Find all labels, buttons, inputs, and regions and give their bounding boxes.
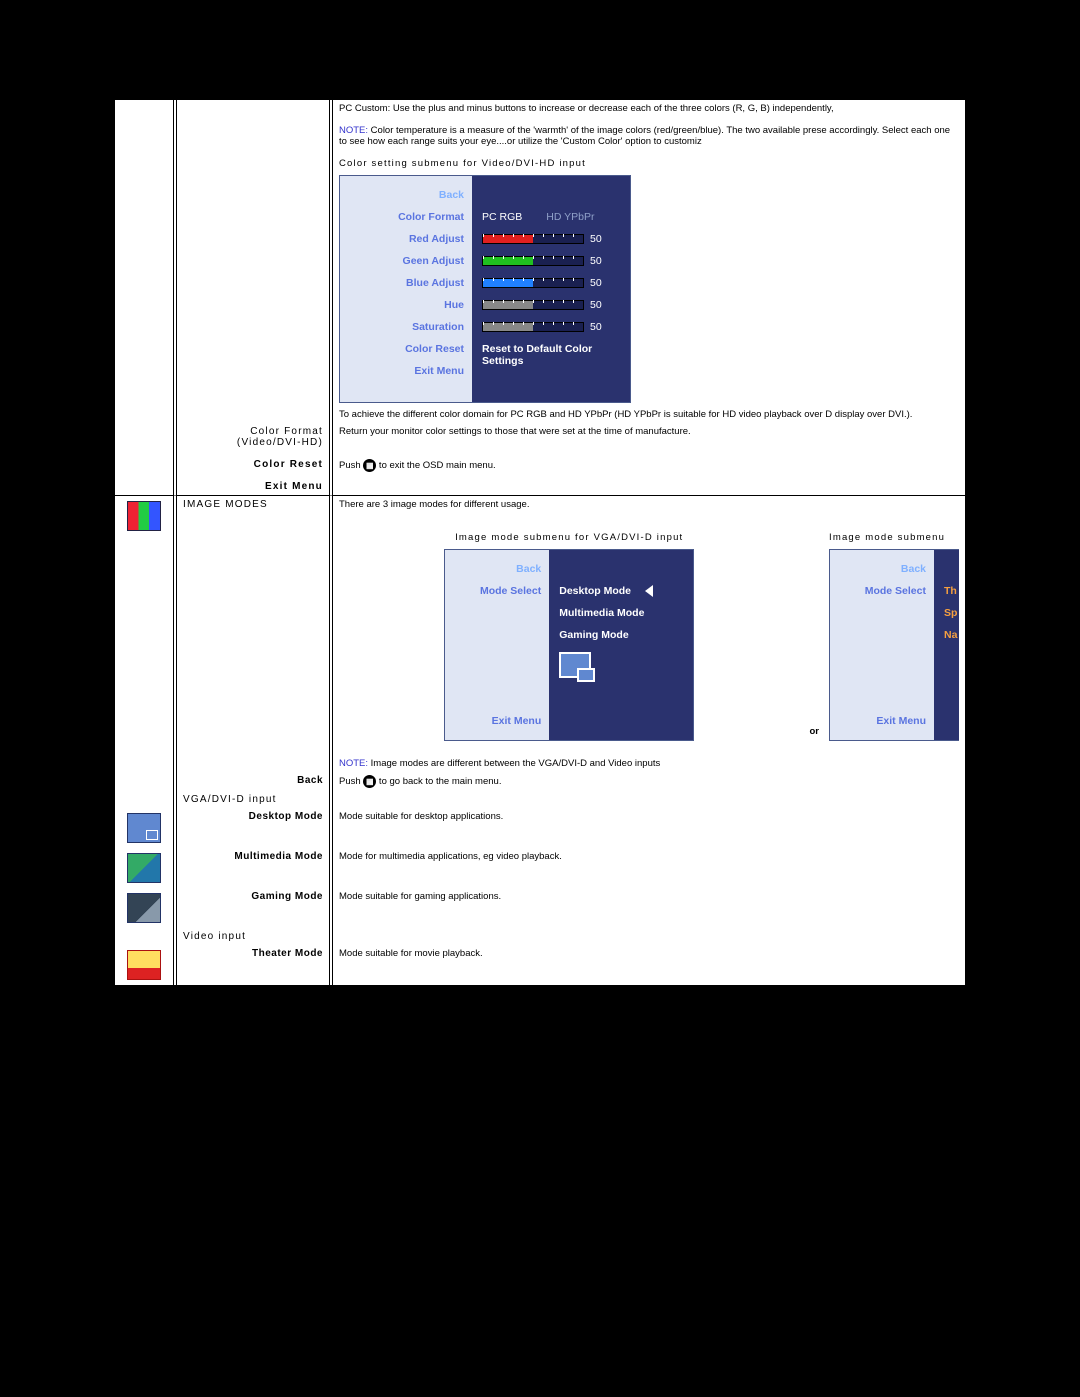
hue-slider — [482, 300, 584, 310]
push-exit-text: Push ▦ to exit the OSD main menu. — [339, 459, 959, 472]
label-gaming-mode: Gaming Mode — [177, 888, 333, 928]
label-color-format-sub: (Video/DVI-HD) — [183, 437, 323, 448]
label-desktop-mode: Desktop Mode — [177, 808, 333, 848]
osd2-exit: Exit Menu — [453, 710, 541, 732]
modes-note: NOTE: Image modes are different between … — [339, 758, 959, 769]
multimedia-icon — [127, 853, 161, 883]
reset-text: Reset to Default Color Settings — [482, 338, 620, 372]
osd-color-settings: Back Color Format Red Adjust Geen Adjust… — [339, 175, 631, 403]
osd-color-format: Color Format — [348, 206, 464, 228]
label-theater-mode: Theater Mode — [177, 945, 333, 985]
sat-slider — [482, 322, 584, 332]
osd-image-mode-other: Back Mode Select Exit Menu Th Sp Na — [829, 549, 959, 741]
image-modes-icon — [127, 501, 161, 531]
theater-icon — [127, 950, 161, 980]
osd-reset: Color Reset — [348, 338, 464, 360]
submenu-title-color: Color setting submenu for Video/DVI-HD i… — [339, 158, 959, 169]
osd2-back: Back — [453, 558, 541, 580]
osd-exit: Exit Menu — [348, 360, 464, 382]
menu-button-icon: ▦ — [363, 459, 376, 472]
osd3-back: Back — [838, 558, 926, 580]
label-color-reset: Color Reset — [183, 459, 323, 470]
red-slider — [482, 234, 584, 244]
desktop-icon — [127, 813, 161, 843]
label-color-format: Color Format — [183, 426, 323, 437]
theater-desc: Mode suitable for movie playback. — [333, 945, 965, 985]
game-desc: Mode suitable for gaming applications. — [333, 888, 965, 928]
arrow-left-icon — [645, 585, 653, 597]
osd3-exit: Exit Menu — [838, 710, 926, 732]
green-slider — [482, 256, 584, 266]
modes-intro: There are 3 image modes for different us… — [339, 499, 959, 510]
label-image-modes: IMAGE MODES — [177, 496, 333, 772]
osd2-mode-select: Mode Select — [453, 580, 541, 602]
color-format-desc: Return your monitor color settings to th… — [339, 426, 959, 437]
or-text: or — [810, 726, 820, 747]
back-desc: Push ▦ to go back to the main menu. — [333, 772, 965, 791]
desktop-mode-icon — [559, 652, 591, 678]
label-video-input-header: Video input — [177, 928, 333, 945]
osd-blue: Blue Adjust — [348, 272, 464, 294]
osd-red: Red Adjust — [348, 228, 464, 250]
note-color-temp: NOTE: Color temperature is a measure of … — [339, 125, 959, 147]
blue-slider — [482, 278, 584, 288]
osd3-mode-select: Mode Select — [838, 580, 926, 602]
pc-custom-text: PC Custom: Use the plus and minus button… — [339, 103, 959, 114]
osd-sat: Saturation — [348, 316, 464, 338]
multi-desc: Mode for multimedia applications, eg vid… — [333, 848, 965, 888]
osd-image-mode-vga: Back Mode Select Exit Menu Desktop Mode … — [444, 549, 694, 741]
osd-back: Back — [348, 184, 464, 206]
osd-green: Geen Adjust — [348, 250, 464, 272]
cap-other: Image mode submenu — [829, 532, 959, 543]
label-multimedia-mode: Multimedia Mode — [177, 848, 333, 888]
desktop-desc: Mode suitable for desktop applications. — [333, 808, 965, 848]
gaming-icon — [127, 893, 161, 923]
label-exit-menu: Exit Menu — [183, 481, 323, 492]
menu-button-icon: ▦ — [363, 775, 376, 788]
label-vga-input-header: VGA/DVI-D input — [177, 791, 333, 808]
label-back: Back — [177, 772, 333, 791]
osd-hue: Hue — [348, 294, 464, 316]
achieve-text: To achieve the different color domain fo… — [339, 409, 959, 420]
cap-vga: Image mode submenu for VGA/DVI-D input — [339, 532, 800, 543]
